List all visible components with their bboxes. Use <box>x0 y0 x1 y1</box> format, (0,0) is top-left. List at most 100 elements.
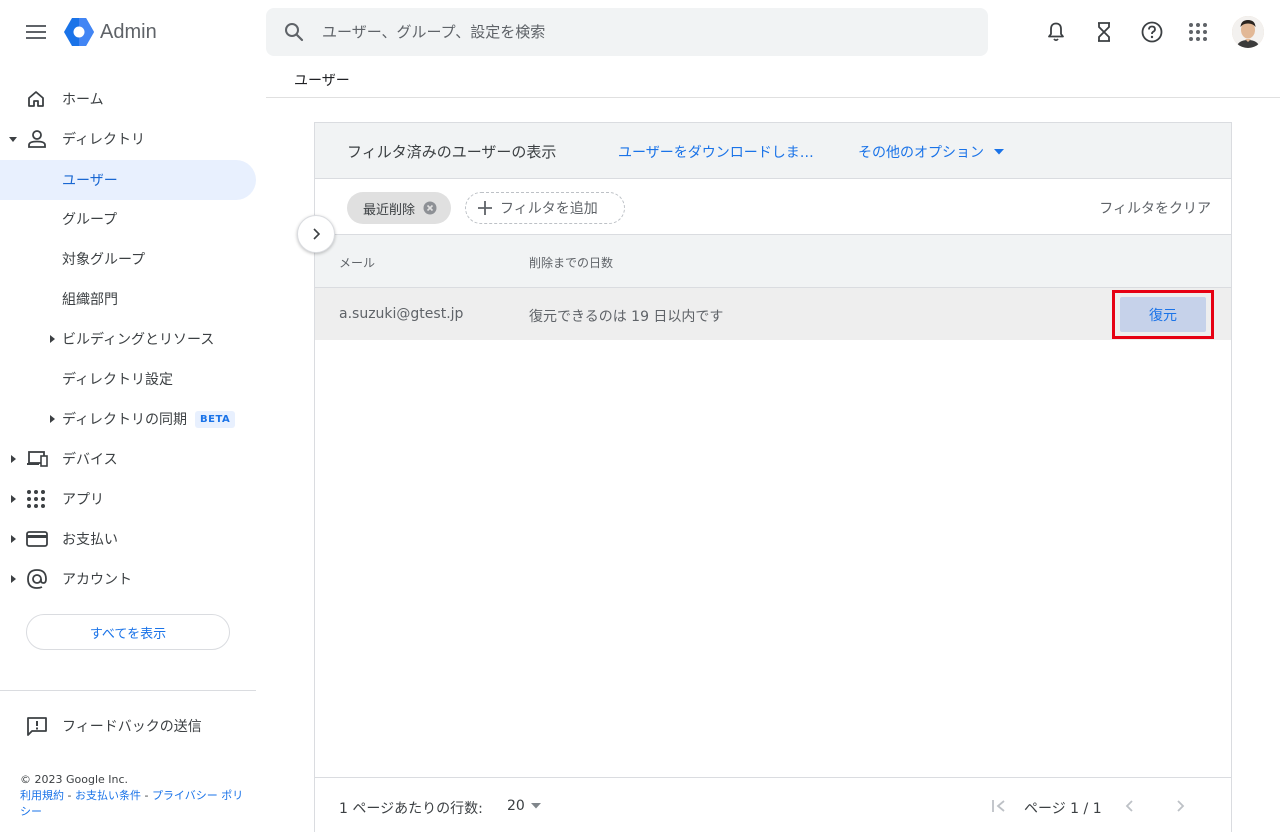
sidebar: ホーム ディレクトリ ユーザー グループ 対象グループ 組織部門 ビルディングと… <box>0 64 256 832</box>
filter-chip-label: 最近削除 <box>363 202 416 218</box>
add-filter-button[interactable]: フィルタを追加 <box>465 192 625 224</box>
rows-per-page-value: 20 <box>507 798 525 814</box>
bell-icon <box>1048 22 1064 42</box>
search-icon <box>285 23 304 42</box>
users-panel: フィルタ済みのユーザーの表示 ユーザーをダウンロードしま… その他のオプション … <box>314 122 1232 832</box>
admin-logo[interactable]: Admin <box>64 18 157 46</box>
apps-grid-icon <box>1189 23 1207 41</box>
caret-right-icon <box>50 415 55 423</box>
sidebar-item-label: 対象グループ <box>62 252 146 268</box>
filter-bar: 最近削除 フィルタを追加 フィルタをクリア <box>315 179 1231 235</box>
caret-down-icon <box>9 137 17 142</box>
apps-icon <box>27 490 45 508</box>
caret-right-icon <box>11 455 16 463</box>
beta-badge: BETA <box>195 410 236 428</box>
send-feedback-button[interactable]: フィードバックの送信 <box>0 706 256 746</box>
sidebar-item-account[interactable]: アカウント <box>0 559 256 599</box>
next-page-button[interactable] <box>1169 794 1193 818</box>
more-options-label: その他のオプション <box>858 145 984 161</box>
download-users-link[interactable]: ユーザーをダウンロードしま… <box>618 142 814 162</box>
sidebar-footer: © 2023 Google Inc. 利用規約 - お支払い条件 - プライバシ… <box>20 772 250 820</box>
footer-separator: - <box>64 789 75 802</box>
remove-filter-icon[interactable] <box>423 201 437 215</box>
copyright-text: © 2023 Google Inc. <box>20 773 129 786</box>
menu-icon <box>26 25 46 39</box>
filter-chip-recently-deleted[interactable]: 最近削除 <box>347 192 452 224</box>
help-icon <box>1141 21 1163 43</box>
sidebar-item-label: ディレクトリの同期 <box>62 412 188 428</box>
more-options-button[interactable]: その他のオプション <box>858 142 1004 162</box>
add-filter-label: フィルタを追加 <box>500 201 598 217</box>
billing-terms-link[interactable]: お支払い条件 <box>75 789 141 802</box>
main-menu-button[interactable] <box>20 16 52 48</box>
sidebar-item-directory-settings[interactable]: ディレクトリ設定 <box>0 359 256 399</box>
footer-separator: - <box>140 789 152 802</box>
chevron-right-icon <box>313 228 320 240</box>
pagination-bar: 1 ページあたりの行数: 20 ページ 1 / 1 <box>315 777 1231 833</box>
sidebar-item-home[interactable]: ホーム <box>0 79 256 119</box>
home-icon <box>28 91 44 107</box>
caret-right-icon <box>11 535 16 543</box>
sidebar-item-label: ディレクトリ設定 <box>62 372 174 388</box>
sidebar-item-label: お支払い <box>62 532 118 548</box>
table-header: メール 削除までの日数 <box>315 235 1231 288</box>
sidebar-item-org-units[interactable]: 組織部門 <box>0 279 256 319</box>
previous-page-button[interactable] <box>1117 794 1141 818</box>
breadcrumb: ユーザー <box>294 73 350 89</box>
apps-launcher-button[interactable] <box>1182 16 1214 48</box>
chevron-right-icon <box>1177 800 1185 812</box>
caret-right-icon <box>50 335 55 343</box>
sidebar-item-directory-sync[interactable]: ディレクトリの同期 BETA <box>0 399 256 439</box>
sidebar-divider <box>0 690 256 691</box>
expand-panel-button[interactable] <box>297 215 335 253</box>
clear-filters-button[interactable]: フィルタをクリア <box>1099 198 1211 218</box>
tasks-button[interactable] <box>1088 16 1120 48</box>
sidebar-item-label: アカウント <box>62 572 132 588</box>
feedback-icon <box>27 717 47 736</box>
rows-per-page-select[interactable]: 20 <box>507 798 541 814</box>
sidebar-item-label: ホーム <box>62 92 104 108</box>
plus-icon <box>478 201 492 215</box>
table-row[interactable]: a.suzuki@gtest.jp 復元できるのは 19 日以内です 復元 <box>315 288 1231 340</box>
header-divider <box>266 97 1280 98</box>
devices-icon <box>27 451 48 467</box>
app-name: Admin <box>100 20 157 43</box>
notifications-button[interactable] <box>1040 16 1072 48</box>
rows-per-page-label: 1 ページあたりの行数: <box>339 801 483 817</box>
arrow-drop-down-icon <box>994 149 1004 155</box>
panel-title: フィルタ済みのユーザーの表示 <box>347 143 557 161</box>
account-avatar[interactable] <box>1232 16 1264 48</box>
sidebar-item-apps[interactable]: アプリ <box>0 479 256 519</box>
terms-link[interactable]: 利用規約 <box>20 789 64 802</box>
sidebar-item-label: アプリ <box>62 492 104 508</box>
column-header-email[interactable]: メール <box>339 254 375 271</box>
at-icon <box>27 569 47 589</box>
sidebar-item-label: 組織部門 <box>62 292 118 308</box>
sidebar-item-target-groups[interactable]: 対象グループ <box>0 239 256 279</box>
top-bar: Admin <box>0 0 1280 64</box>
credit-card-icon <box>26 531 48 547</box>
restore-button[interactable]: 復元 <box>1120 297 1206 332</box>
search-bar[interactable] <box>266 8 988 56</box>
user-photo-icon <box>1232 16 1264 48</box>
sidebar-item-users[interactable]: ユーザー <box>0 160 256 200</box>
person-icon <box>28 130 46 148</box>
show-all-button[interactable]: すべてを表示 <box>26 614 230 650</box>
sidebar-item-groups[interactable]: グループ <box>0 199 256 239</box>
first-page-button[interactable] <box>987 794 1011 818</box>
sidebar-item-devices[interactable]: デバイス <box>0 439 256 479</box>
help-button[interactable] <box>1136 16 1168 48</box>
column-header-days-until-deletion[interactable]: 削除までの日数 <box>529 254 613 271</box>
feedback-label: フィードバックの送信 <box>62 719 202 735</box>
sidebar-item-directory[interactable]: ディレクトリ <box>0 119 256 159</box>
days-until-deletion: 復元できるのは 19 日以内です <box>529 309 724 325</box>
chevron-left-icon <box>1125 800 1133 812</box>
panel-header: フィルタ済みのユーザーの表示 ユーザーをダウンロードしま… その他のオプション <box>315 123 1231 179</box>
restore-highlight: 復元 <box>1112 290 1214 339</box>
sidebar-item-buildings-resources[interactable]: ビルディングとリソース <box>0 319 256 359</box>
search-input[interactable] <box>322 23 922 41</box>
page-indicator: ページ 1 / 1 <box>1024 801 1102 817</box>
first-page-icon <box>992 800 1005 812</box>
sidebar-item-label: デバイス <box>62 452 118 468</box>
sidebar-item-billing[interactable]: お支払い <box>0 519 256 559</box>
